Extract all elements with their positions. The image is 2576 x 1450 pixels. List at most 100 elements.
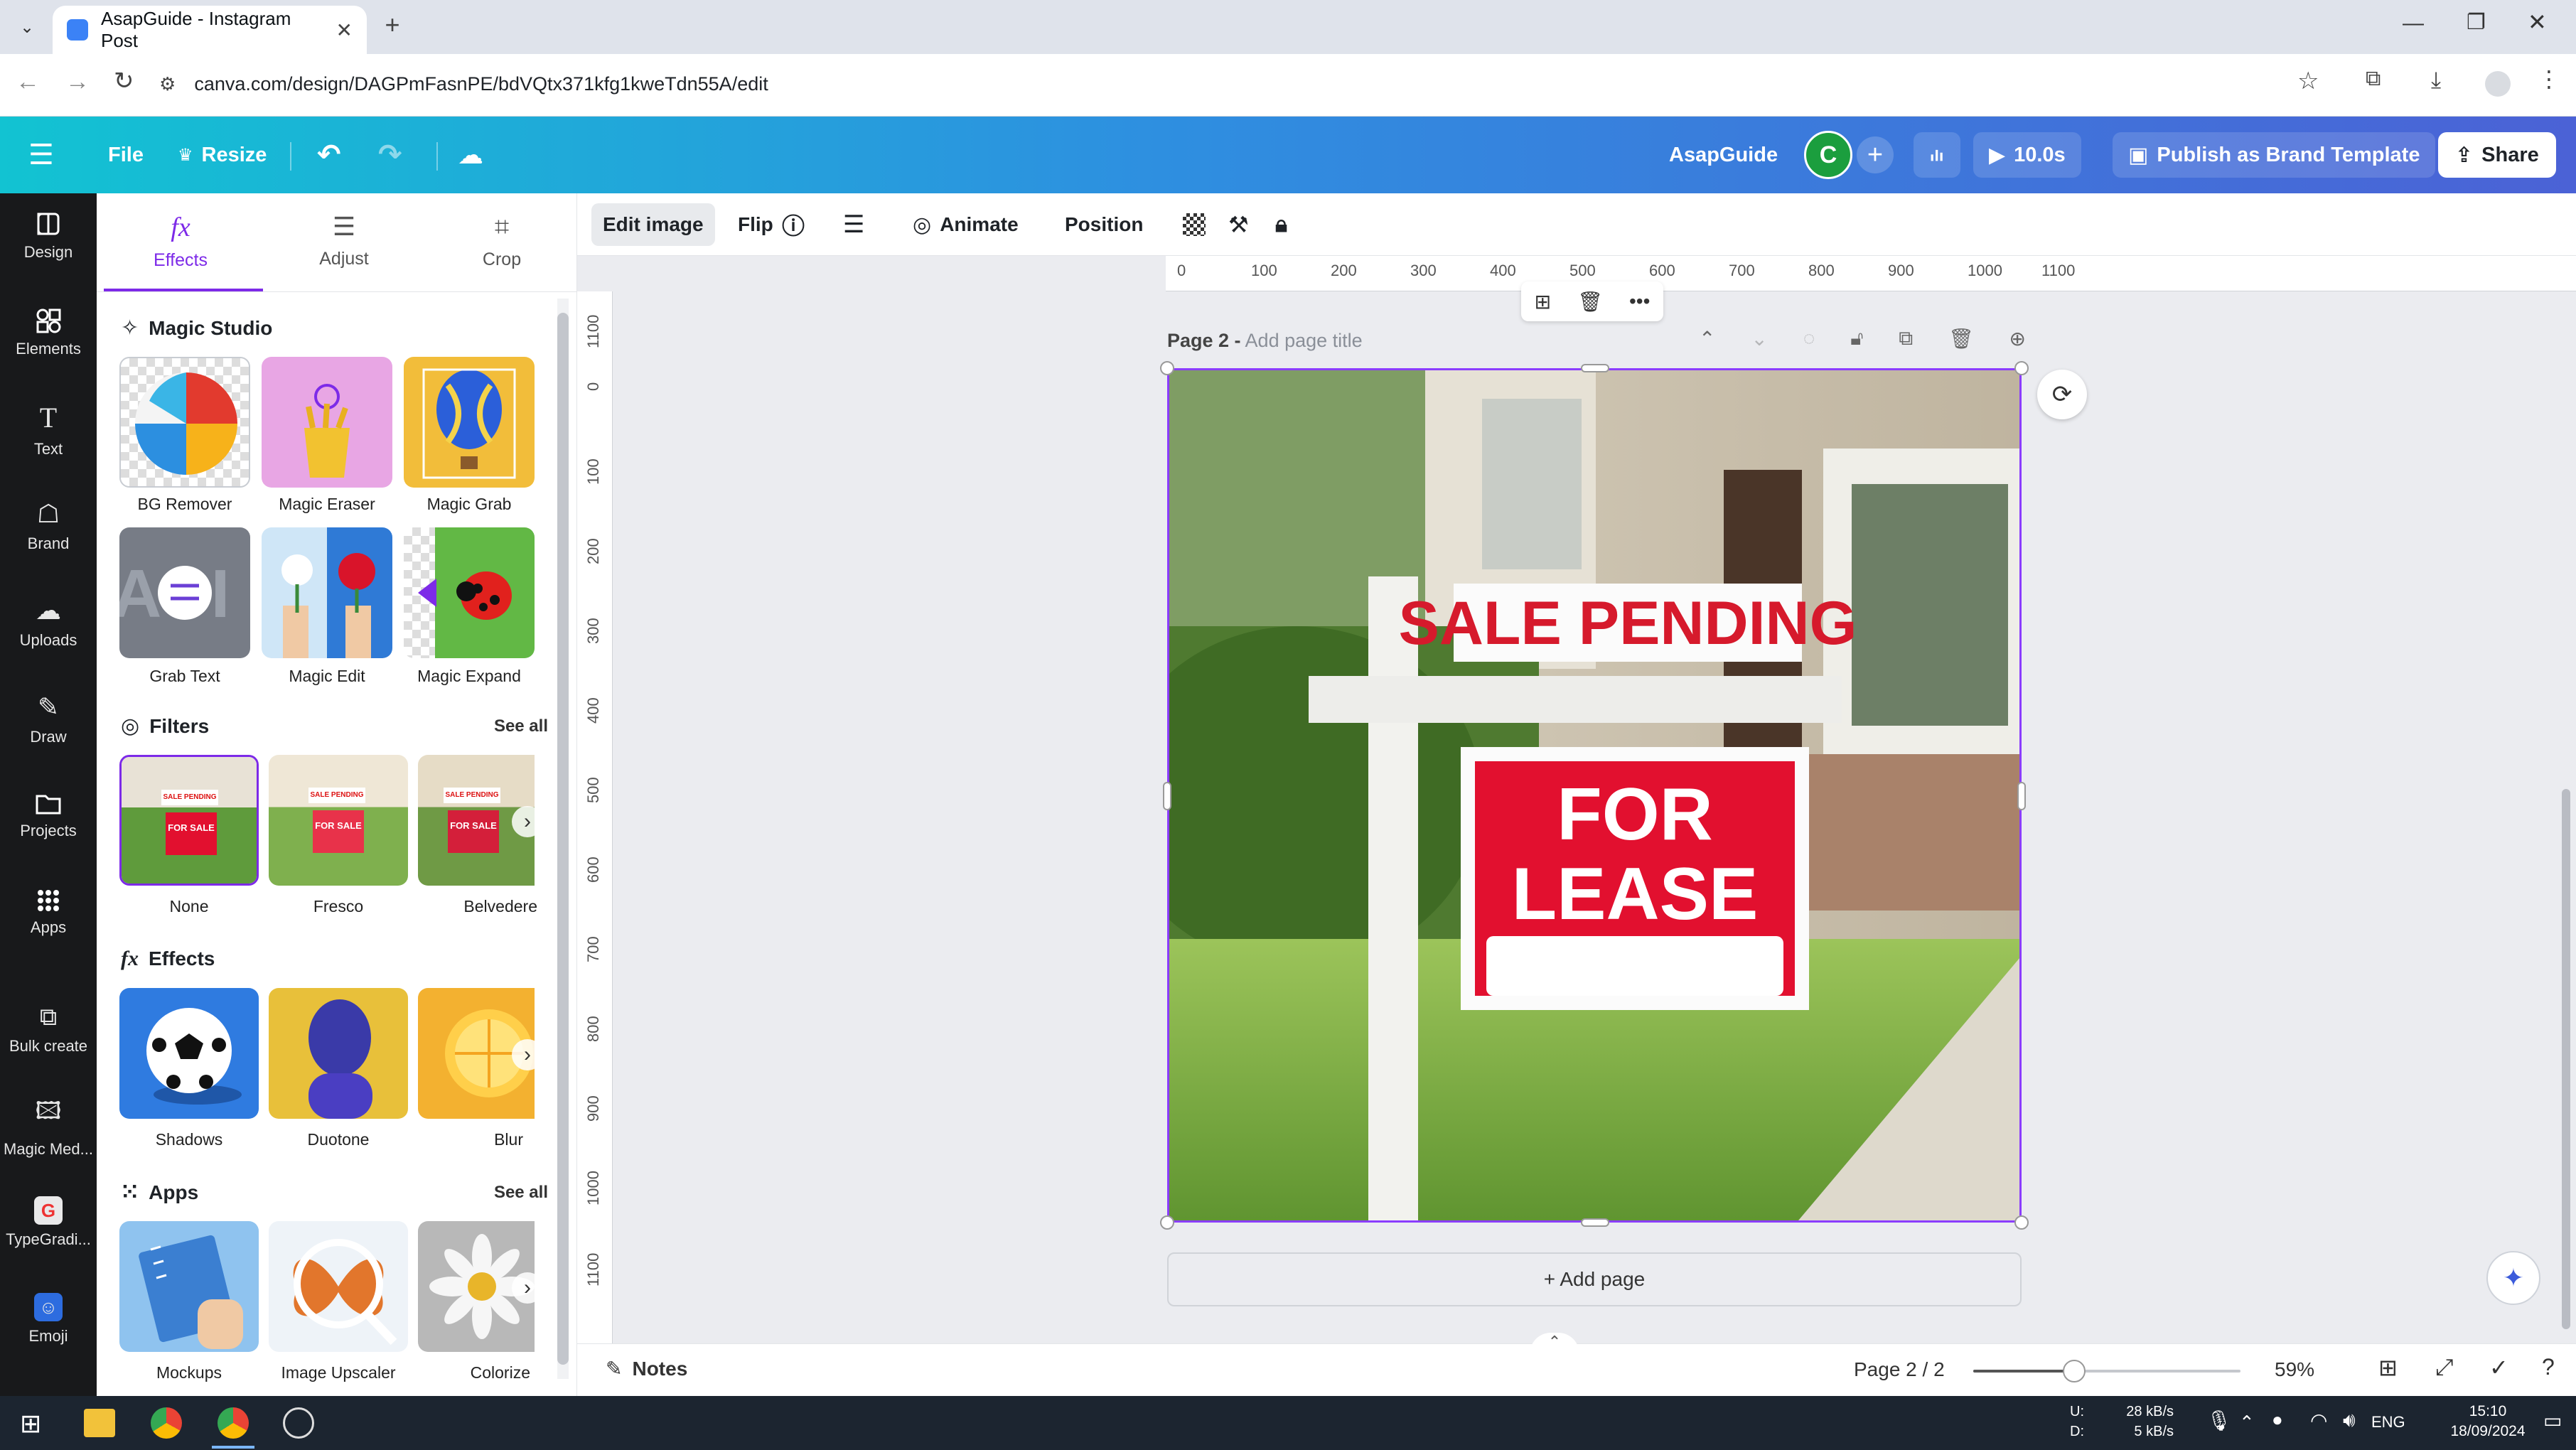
resize-handle[interactable] (1160, 361, 1174, 375)
lock-icon[interactable]: 🔒︎ (1264, 203, 1299, 246)
app-mockups-tile[interactable] (119, 1221, 259, 1352)
resize-handle[interactable] (2014, 1215, 2029, 1230)
profile-avatar[interactable] (2485, 71, 2511, 97)
info-icon[interactable]: ⓘ (771, 203, 816, 246)
bg-remover-tile[interactable] (119, 357, 250, 488)
zoom-value[interactable]: 59% (2275, 1358, 2314, 1381)
present-button[interactable]: ▶ 10.0s (1973, 132, 2081, 178)
design-page[interactable]: SALE PENDING FOR LEASE (1167, 368, 2022, 1223)
add-element-icon[interactable]: ⊞ (1535, 290, 1551, 313)
rail-item-apps[interactable]: Apps (0, 870, 97, 955)
rail-item-design[interactable]: Design (0, 193, 97, 279)
redo-icon[interactable]: ↷ (378, 132, 402, 178)
back-icon[interactable]: ← (16, 68, 40, 96)
more-options-icon[interactable]: ••• (1629, 290, 1650, 313)
undo-icon[interactable]: ↶ (317, 132, 341, 178)
file-menu-button[interactable]: File (108, 132, 144, 178)
rail-item-draw[interactable]: ✎ Draw (0, 677, 97, 762)
transparency-icon[interactable] (1171, 203, 1217, 246)
help-icon[interactable]: ? (2542, 1354, 2555, 1380)
notifications-icon[interactable]: ▭ (2543, 1409, 2562, 1432)
rail-item-uploads[interactable]: ☁ Uploads (0, 580, 97, 665)
microphone-icon[interactable]: 🎙︎ (2206, 1409, 2232, 1432)
hide-page-icon[interactable]: ◌ (1803, 327, 1815, 355)
grab-text-tile[interactable]: ACI (119, 527, 250, 658)
line-weight-icon[interactable]: ☰ (832, 203, 876, 246)
team-name[interactable]: AsapGuide (1669, 132, 1778, 178)
filters-next-chevron-icon[interactable]: › (512, 806, 543, 837)
grid-view-icon[interactable]: ⊞ (2378, 1354, 2398, 1381)
zoom-slider-track[interactable] (1973, 1360, 2240, 1382)
bookmark-star-icon[interactable]: ☆ (2297, 67, 2319, 95)
tab-close-icon[interactable]: ✕ (336, 18, 353, 42)
url-field[interactable]: ⚙ canva.com/design/DAGPmFasnPE/bdVQtx371… (159, 61, 2292, 107)
magic-edit-tile[interactable] (262, 527, 392, 658)
filters-see-all-link[interactable]: See all (494, 716, 548, 736)
tab-effects[interactable]: fx Effects (109, 212, 252, 297)
page-up-icon[interactable]: ⌃ (1699, 327, 1715, 355)
notes-button[interactable]: ✎ Notes (606, 1357, 687, 1380)
wifi-icon[interactable]: ◠ (2310, 1409, 2327, 1432)
browser-menu-icon[interactable]: ⋮ (2538, 65, 2560, 92)
resize-handle[interactable] (1160, 1215, 1174, 1230)
forward-icon[interactable]: → (65, 68, 90, 96)
main-menu-icon[interactable]: ☰ (28, 132, 54, 178)
copy-style-icon[interactable]: ⚒ (1217, 203, 1260, 246)
chrome-icon[interactable] (151, 1407, 182, 1439)
clock[interactable]: 15:10 18/09/2024 (2445, 1402, 2531, 1441)
rail-item-brand[interactable]: ☖ Brand (0, 483, 97, 569)
obs-icon[interactable] (283, 1407, 314, 1439)
apps-next-chevron-icon[interactable]: › (512, 1272, 543, 1304)
download-icon[interactable]: ⤓ (2431, 67, 2441, 94)
effects-next-chevron-icon[interactable]: › (512, 1039, 543, 1070)
lock-page-icon[interactable]: 🔓︎ (1850, 327, 1863, 355)
magic-assistant-sparkle-icon[interactable]: ✦ (2486, 1251, 2540, 1305)
filter-fresco-tile[interactable]: SALE PENDING FOR SALE (269, 755, 408, 886)
delete-page-icon[interactable]: 🗑︎ (1948, 327, 1974, 355)
volume-icon[interactable]: 🔊︎ (2343, 1409, 2356, 1432)
page-down-icon[interactable]: ⌄ (1751, 327, 1767, 355)
rail-item-magic-media[interactable]: 🖾 Magic Med... (0, 1083, 97, 1169)
canvas-scrollbar-thumb[interactable] (2562, 789, 2570, 1329)
rail-item-typegradient[interactable]: G TypeGradi... (0, 1180, 97, 1265)
input-language[interactable]: ENG (2371, 1413, 2405, 1432)
extensions-icon[interactable]: ⧉ (2366, 67, 2381, 91)
resize-handle[interactable] (1581, 364, 1609, 372)
windows-start-icon[interactable]: ⊞ (20, 1409, 41, 1439)
rail-item-projects[interactable]: Projects (0, 773, 97, 859)
magic-grab-tile[interactable] (404, 357, 535, 488)
site-info-icon[interactable]: ⚙ (159, 73, 176, 95)
reload-icon[interactable]: ↻ (114, 67, 134, 95)
window-close-icon[interactable]: ✕ (2528, 9, 2547, 36)
rail-item-bulk-create[interactable]: ⧉ Bulk create (0, 987, 97, 1072)
check-icon[interactable]: ✓ (2489, 1354, 2508, 1381)
panel-scrollbar[interactable] (557, 299, 569, 1379)
rail-item-text[interactable]: T Text (0, 387, 97, 472)
zoom-slider-thumb[interactable] (2063, 1360, 2086, 1382)
publish-brand-template-button[interactable]: ▣ Publish as Brand Template (2113, 132, 2436, 178)
insights-icon[interactable] (1914, 132, 1960, 178)
tray-app-icon[interactable]: ● (2272, 1409, 2283, 1431)
scroll-thumb[interactable] (557, 313, 569, 1365)
new-tab-button[interactable]: + (377, 10, 408, 44)
app-image-upscaler-tile[interactable] (269, 1221, 408, 1352)
trash-icon[interactable]: 🗑︎ (1577, 290, 1603, 313)
file-explorer-icon[interactable] (84, 1409, 115, 1437)
avatar[interactable]: C (1804, 131, 1852, 179)
resize-button[interactable]: ♛ Resize (178, 132, 267, 178)
tab-search-icon[interactable]: ⌄ (13, 13, 41, 41)
animate-button[interactable]: ◎ Animate (901, 203, 1030, 246)
comment-add-icon[interactable]: ⟳ (2037, 370, 2087, 419)
add-page-icon[interactable]: ⊕ (2009, 327, 2026, 355)
page-title-input[interactable]: Add page title (1245, 330, 1363, 352)
tab-crop[interactable]: ⌗ Crop (431, 212, 573, 297)
page-counter[interactable]: Page 2 / 2 (1854, 1358, 1945, 1381)
effect-shadows-tile[interactable] (119, 988, 259, 1119)
cloud-save-icon[interactable]: ☁ (458, 132, 483, 178)
share-button[interactable]: ⇪ Share (2438, 132, 2556, 178)
rail-item-emoji[interactable]: ☺ Emoji (0, 1277, 97, 1362)
add-page-button[interactable]: + Add page (1167, 1252, 2022, 1306)
apps-see-all-link[interactable]: See all (494, 1183, 548, 1203)
filter-none-tile[interactable]: SALE PENDING FOR SALE (119, 755, 259, 886)
fullscreen-icon[interactable]: ⤢ (2435, 1354, 2454, 1381)
